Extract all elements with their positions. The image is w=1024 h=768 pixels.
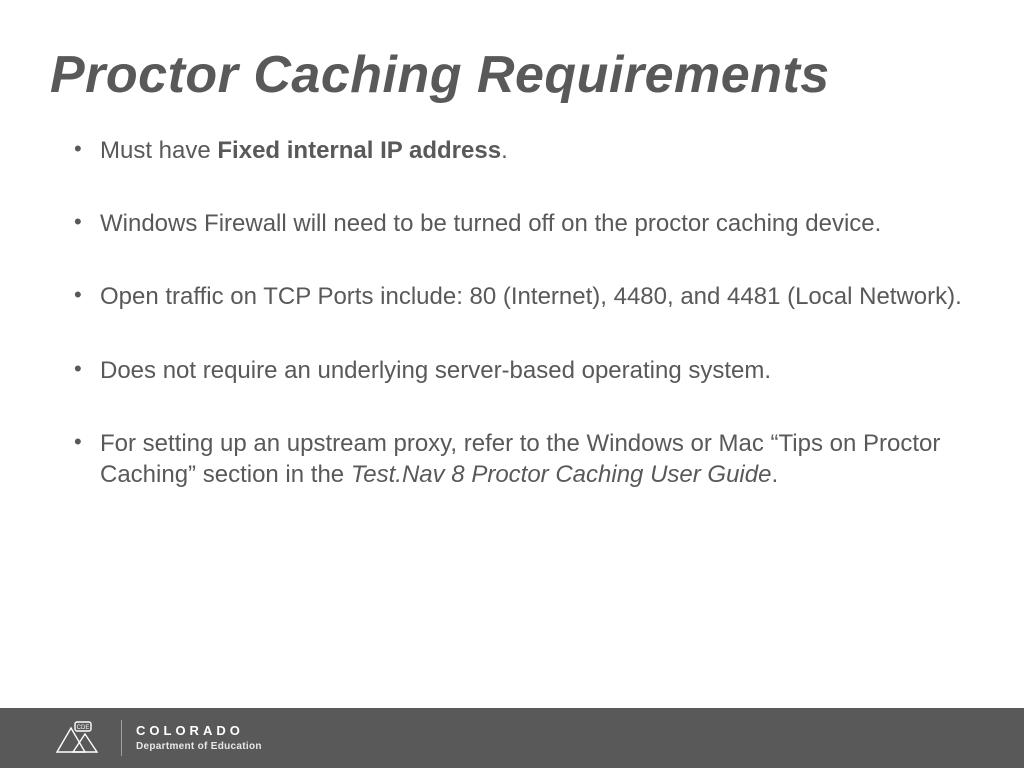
footer-subtitle: Department of Education <box>136 741 262 752</box>
slide: Proctor Caching Requirements Must have F… <box>0 0 1024 768</box>
bullet-text-bold: Fixed internal IP address <box>217 137 501 164</box>
list-item: Must have Fixed internal IP address. <box>70 135 964 166</box>
list-item: Open traffic on TCP Ports include: 80 (I… <box>70 281 964 312</box>
list-item: Windows Firewall will need to be turned … <box>70 208 964 239</box>
cde-logo-icon: CDE <box>55 718 107 758</box>
footer-text: COLORADO Department of Education <box>136 724 262 751</box>
list-item: Does not require an underlying server-ba… <box>70 355 964 386</box>
bullet-text-italic: Test.Nav 8 Proctor Caching User Guide <box>351 461 772 488</box>
bullet-text-post: . <box>771 461 778 488</box>
slide-title: Proctor Caching Requirements <box>50 45 1024 105</box>
bullet-list: Must have Fixed internal IP address. Win… <box>70 135 964 490</box>
footer-title: COLORADO <box>136 724 262 738</box>
footer-bar: CDE COLORADO Department of Education <box>0 708 1024 768</box>
bullet-text: Open traffic on TCP Ports include: 80 (I… <box>100 283 962 310</box>
list-item: For setting up an upstream proxy, refer … <box>70 428 964 490</box>
bullet-text-pre: Must have <box>100 137 217 164</box>
bullet-text-post: . <box>501 137 508 164</box>
logo-badge-text: CDE <box>77 725 90 731</box>
slide-content: Must have Fixed internal IP address. Win… <box>70 135 964 490</box>
bullet-text: Windows Firewall will need to be turned … <box>100 210 881 237</box>
bullet-text: Does not require an underlying server-ba… <box>100 357 771 384</box>
footer-divider <box>121 720 122 756</box>
